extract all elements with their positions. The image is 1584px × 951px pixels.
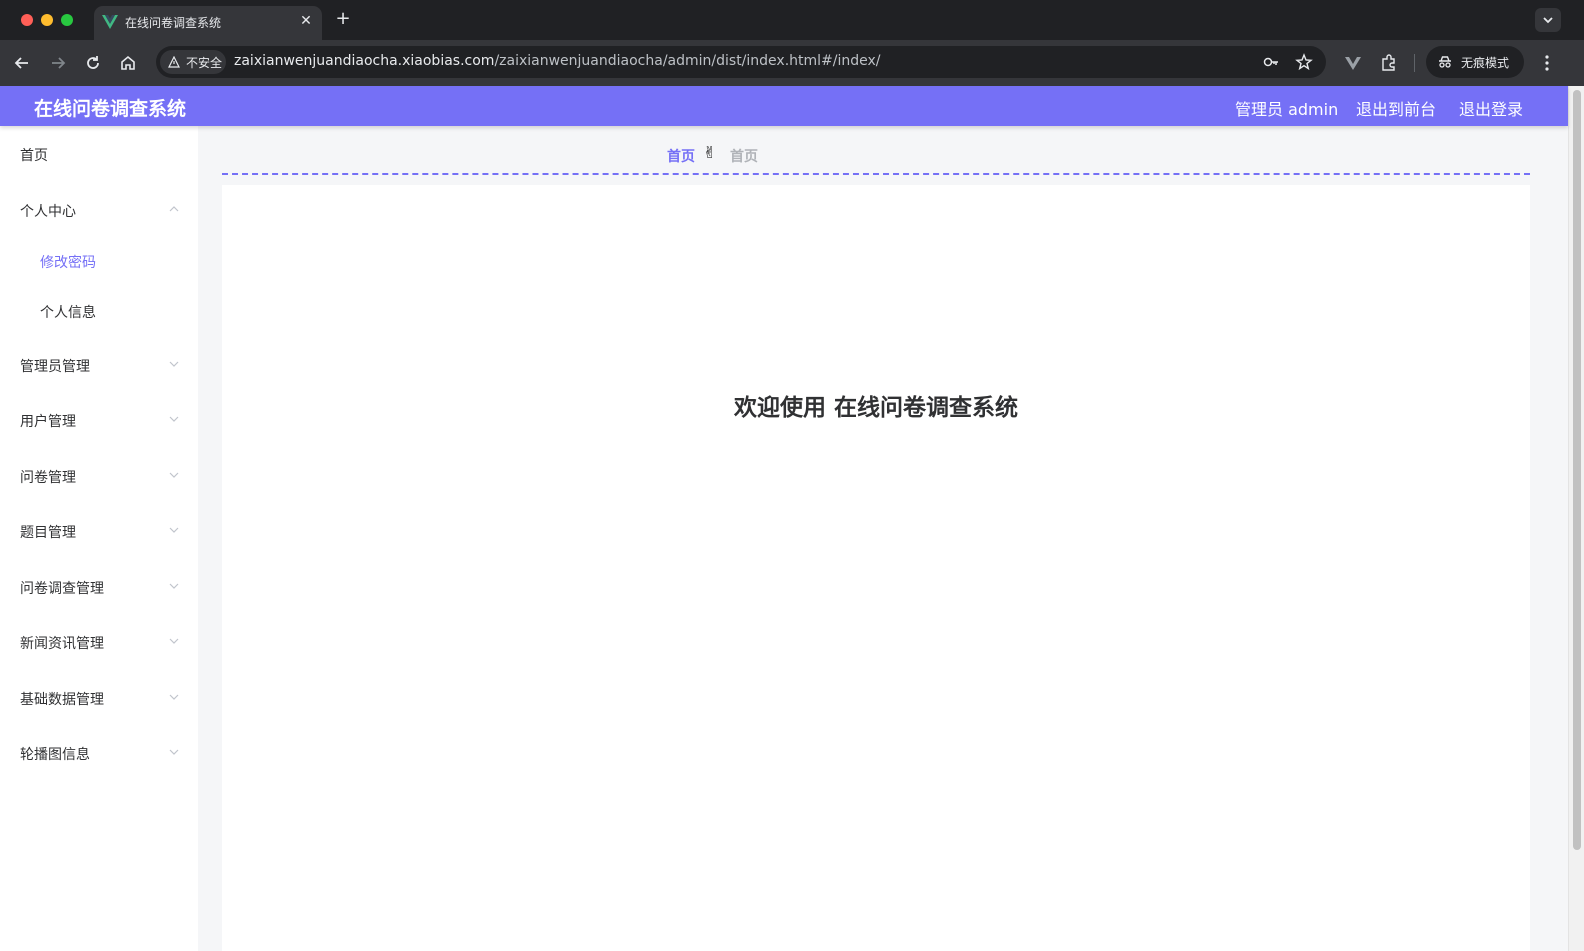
tab-close-icon[interactable]: ✕ [298, 13, 314, 29]
incognito-chip[interactable]: 无痕模式 [1426, 46, 1524, 78]
arrow-left-icon [14, 57, 28, 69]
security-indicator[interactable]: 不安全 [160, 50, 226, 74]
sidebar-item-question-management[interactable]: 题目管理 [0, 510, 198, 550]
chevron-down-icon [169, 583, 179, 589]
browser-toolbar: 不安全 zaixianwenjuandiaocha.xiaobias.com/z… [0, 40, 1584, 86]
home-icon [121, 55, 135, 70]
page-scrollbar[interactable] [1568, 86, 1584, 951]
breadcrumb-divider [222, 173, 1530, 175]
sidebar-item-base-data-management[interactable]: 基础数据管理 [0, 677, 198, 717]
sidebar-item-label: 轮播图信息 [20, 747, 90, 763]
sidebar-item-survey-management[interactable]: 问卷调查管理 [0, 566, 198, 606]
browser-tab-active[interactable]: 在线问卷调查系统 ✕ [94, 6, 322, 40]
extensions-icon[interactable] [1379, 53, 1399, 73]
url-text[interactable]: zaixianwenjuandiaocha.xiaobias.com/zaixi… [234, 53, 881, 69]
sidebar-item-admin-management[interactable]: 管理员管理 [0, 344, 198, 384]
sidebar-item-label: 题目管理 [20, 525, 76, 541]
home-button[interactable] [117, 52, 139, 74]
victory-hand-icon: ✌ [703, 143, 717, 162]
address-bar[interactable]: 不安全 zaixianwenjuandiaocha.xiaobias.com/z… [156, 46, 1326, 78]
browser-tab-strip: 在线问卷调查系统 ✕ + [0, 0, 1584, 40]
sidebar-menu: 首页 个人中心 修改密码 个人信息 管理员管理 用户管理 问卷管理 题目管理 问… [0, 126, 198, 951]
sidebar-item-label: 新闻资讯管理 [20, 636, 104, 652]
chevron-down-icon [169, 416, 179, 422]
sidebar-item-label: 个人中心 [20, 204, 76, 220]
forward-button[interactable] [47, 52, 69, 74]
sidebar-item-label: 管理员管理 [20, 359, 90, 375]
chevron-down-icon [1543, 17, 1553, 24]
key-icon[interactable] [1261, 52, 1281, 72]
exit-to-frontend-link[interactable]: 退出到前台 [1356, 96, 1436, 120]
chevron-down-icon [169, 527, 179, 533]
more-options-icon[interactable] [1537, 52, 1557, 74]
back-button[interactable] [11, 52, 33, 74]
chevron-down-icon [169, 361, 179, 367]
app-header: 在线问卷调查系统 管理员 admin 退出到前台 退出登录 [0, 86, 1568, 126]
sidebar-subitem-label: 个人信息 [40, 305, 96, 321]
sidebar-item-label: 首页 [20, 148, 48, 164]
sidebar-item-label: 问卷管理 [20, 470, 76, 486]
logout-link[interactable]: 退出登录 [1459, 96, 1523, 120]
sidebar-subitem-label: 修改密码 [40, 255, 96, 271]
arrow-right-icon [52, 57, 66, 69]
sidebar-item-questionnaire-management[interactable]: 问卷管理 [0, 455, 198, 495]
window-close-button[interactable] [21, 14, 33, 26]
sidebar-item-personal-center[interactable]: 个人中心 [0, 189, 198, 229]
reload-icon [87, 56, 99, 69]
page-viewport: 在线问卷调查系统 管理员 admin 退出到前台 退出登录 首页 个人中心 修改… [0, 86, 1584, 951]
chevron-up-icon [169, 206, 179, 212]
sidebar-item-label: 基础数据管理 [20, 692, 104, 708]
chevron-down-icon [169, 694, 179, 700]
reload-button[interactable] [82, 52, 104, 74]
tab-search-button[interactable] [1535, 8, 1561, 32]
main-content: 欢迎使用 在线问卷调查系统 [222, 185, 1530, 951]
incognito-icon [1439, 56, 1451, 68]
breadcrumb-home-link[interactable]: 首页 [667, 146, 695, 166]
window-minimize-button[interactable] [41, 14, 53, 26]
sidebar-item-carousel-info[interactable]: 轮播图信息 [0, 732, 198, 772]
sidebar-item-news-management[interactable]: 新闻资讯管理 [0, 621, 198, 661]
current-user-label: 管理员 admin [1235, 100, 1339, 119]
window-maximize-button[interactable] [61, 14, 73, 26]
vue-devtools-icon[interactable] [1343, 53, 1363, 73]
warning-icon [168, 56, 180, 68]
welcome-message: 欢迎使用 在线问卷调查系统 [733, 395, 1018, 421]
tab-title: 在线问卷调查系统 [125, 16, 222, 30]
url-host: zaixianwenjuandiaocha.xiaobias.com [234, 53, 495, 69]
sidebar-subitem-personal-info[interactable]: 个人信息 [0, 290, 198, 330]
app-title: 在线问卷调查系统 [34, 98, 187, 120]
scrollbar-thumb[interactable] [1573, 90, 1581, 850]
new-tab-button[interactable]: + [334, 9, 352, 29]
breadcrumb-current: 首页 [730, 149, 758, 165]
incognito-label: 无痕模式 [1461, 56, 1510, 70]
url-path: /zaixianwenjuandiaocha/admin/dist/index.… [494, 53, 881, 69]
sidebar-item-label: 问卷调查管理 [20, 581, 104, 597]
security-label: 不安全 [186, 56, 223, 70]
vue-logo-icon [102, 15, 118, 29]
chevron-down-icon [169, 472, 179, 478]
sidebar-item-home[interactable]: 首页 [0, 133, 198, 173]
chevron-down-icon [169, 638, 179, 644]
toolbar-divider [1414, 54, 1415, 72]
sidebar-item-user-management[interactable]: 用户管理 [0, 399, 198, 439]
chevron-down-icon [169, 749, 179, 755]
sidebar-item-label: 用户管理 [20, 414, 76, 430]
star-icon[interactable] [1294, 52, 1314, 72]
sidebar-subitem-change-password[interactable]: 修改密码 [0, 240, 198, 280]
